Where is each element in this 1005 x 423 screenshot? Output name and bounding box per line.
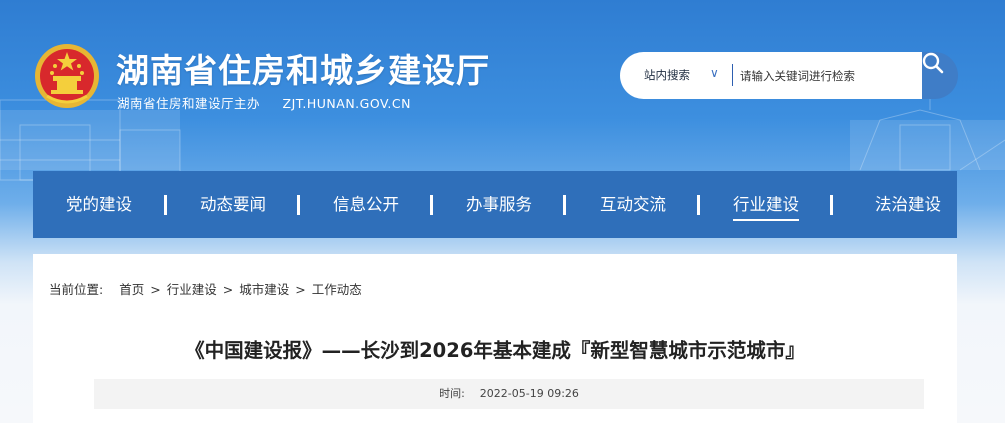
site-domain: ZJT.HUNAN.GOV.CN — [282, 96, 411, 111]
nav-divider — [164, 195, 167, 215]
nav-item-services[interactable]: 办事服务 — [466, 171, 532, 238]
nav-divider — [563, 195, 566, 215]
header-banner: 湖南省住房和城乡建设厅 湖南省住房和建设厅主办 ZJT.HUNAN.GOV.CN… — [0, 0, 1005, 423]
nav-item-industry[interactable]: 行业建设 — [733, 171, 799, 238]
article-title: 《中国建设报》——长沙到2026年基本建成『新型智慧城市示范城市』 — [185, 339, 805, 362]
nav-item-news[interactable]: 动态要闻 — [200, 171, 266, 238]
content-panel: 当前位置: 首页 > 行业建设 > 城市建设 > 工作动态 《中国建设报》——长沙到2026… — [33, 254, 957, 423]
nav-item-rule-of-law[interactable]: 法治建设 — [875, 171, 941, 238]
site-title[interactable]: 湖南省住房和城乡建设厅 — [116, 44, 490, 92]
publish-time: 2022-05-19 09:26 — [479, 387, 579, 400]
nav-divider — [830, 195, 833, 215]
time-label: 时间: — [439, 387, 465, 400]
breadcrumb: 当前位置: 首页 > 行业建设 > 城市建设 > 工作动态 — [49, 279, 362, 298]
article-meta: 时间: 2022-05-19 09:26 — [94, 379, 924, 409]
search-divider — [732, 64, 733, 86]
chevron-down-icon[interactable]: ∨ — [710, 66, 719, 80]
breadcrumb-separator: > — [222, 282, 234, 297]
breadcrumb-industry[interactable]: 行业建设 — [167, 282, 217, 297]
main-nav: 党的建设 动态要闻 信息公开 办事服务 互动交流 行业建设 法治建设 — [33, 171, 957, 238]
nav-divider — [697, 195, 700, 215]
nav-divider — [430, 195, 433, 215]
search-scope-select[interactable]: 站内搜索 — [644, 67, 690, 83]
search-button[interactable] — [922, 52, 958, 99]
national-emblem-icon — [33, 42, 101, 110]
breadcrumb-home[interactable]: 首页 — [119, 282, 144, 297]
sponsor-text: 湖南省住房和建设厅主办 — [117, 96, 261, 111]
search-bar: 站内搜索 ∨ — [620, 52, 958, 99]
breadcrumb-work-news[interactable]: 工作动态 — [312, 282, 362, 297]
search-input[interactable] — [738, 65, 912, 87]
search-box: 站内搜索 ∨ — [620, 52, 922, 99]
site-subtitle: 湖南省住房和建设厅主办 ZJT.HUNAN.GOV.CN — [117, 93, 429, 112]
nav-item-party-building[interactable]: 党的建设 — [66, 171, 132, 238]
breadcrumb-prefix: 当前位置: — [49, 282, 104, 297]
nav-item-info-disclosure[interactable]: 信息公开 — [333, 171, 399, 238]
nav-item-interaction[interactable]: 互动交流 — [600, 171, 666, 238]
nav-divider — [297, 195, 300, 215]
breadcrumb-separator: > — [150, 282, 161, 297]
search-icon — [922, 52, 944, 74]
breadcrumb-separator: > — [295, 282, 306, 297]
breadcrumb-urban[interactable]: 城市建设 — [239, 282, 289, 297]
